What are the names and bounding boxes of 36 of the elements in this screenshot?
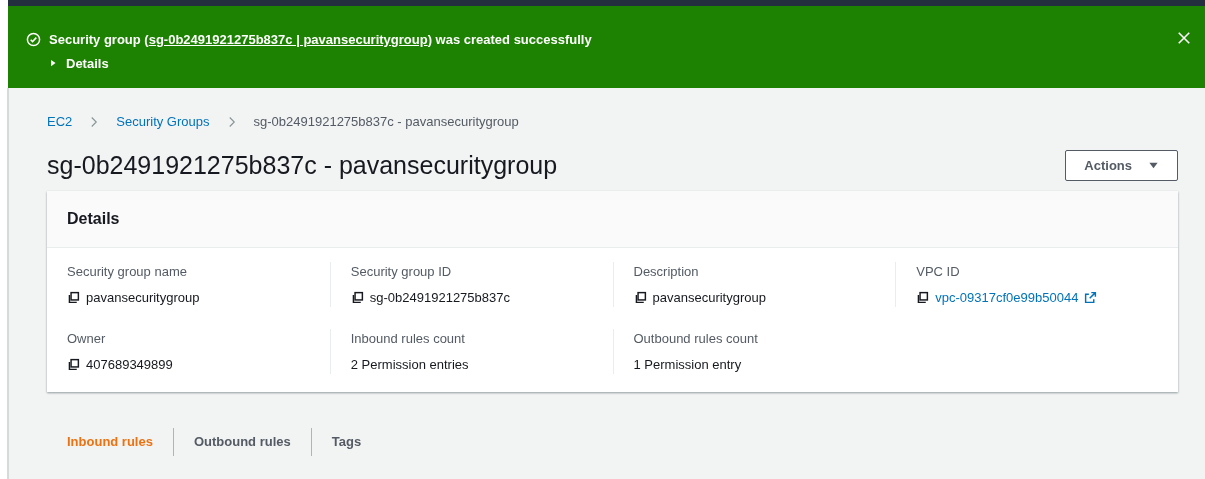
field-value: 1 Permission entry bbox=[633, 355, 742, 374]
field-value: pavansecuritygroup bbox=[86, 288, 200, 307]
copy-icon[interactable] bbox=[633, 290, 647, 304]
field-value: sg-0b2491921275b837c bbox=[369, 288, 510, 307]
field-label: Security group ID bbox=[350, 263, 453, 281]
field-value: pavansecuritygroup bbox=[652, 288, 766, 307]
copy-icon[interactable] bbox=[67, 290, 80, 304]
external-link-icon bbox=[1084, 290, 1098, 304]
field-label: Outbound rules count bbox=[633, 330, 759, 348]
tab[interactable]: Inbound rules bbox=[67, 428, 173, 456]
breadcrumb-link[interactable]: Security Groups bbox=[116, 112, 210, 132]
tab[interactable]: Tags bbox=[310, 428, 382, 456]
card-title: Details bbox=[47, 191, 1178, 248]
field-label: VPC ID bbox=[916, 263, 961, 281]
security-group-link[interactable]: sg-0b2491921275b837c | pavansecuritygroup bbox=[148, 32, 428, 47]
page-title: sg-0b2491921275b837c - pavansecuritygroup bbox=[47, 150, 558, 181]
field-value: 407689349899 bbox=[86, 355, 173, 374]
vpc-link[interactable]: vpc-09317cf0e99b50044 bbox=[935, 287, 1079, 307]
field-value: 2 Permission entries bbox=[350, 355, 469, 374]
close-button[interactable] bbox=[1177, 30, 1191, 45]
copy-icon[interactable] bbox=[67, 357, 80, 371]
field-label: Security group name bbox=[67, 263, 188, 281]
close-icon bbox=[1177, 30, 1191, 45]
field-label: Inbound rules count bbox=[350, 330, 466, 348]
field-label: Description bbox=[633, 263, 700, 281]
copy-icon[interactable] bbox=[916, 290, 930, 304]
breadcrumb-link[interactable]: EC2 bbox=[47, 112, 73, 132]
details-toggle[interactable]: Details bbox=[48, 53, 109, 73]
caret-icon bbox=[48, 58, 58, 69]
success-message: Security group (sg-0b2491921275b837c | pavansecuritygroup) was created successfully bbox=[49, 31, 592, 49]
field-label: Owner bbox=[67, 330, 107, 348]
actions-button[interactable]: Actions bbox=[1065, 149, 1178, 181]
tab[interactable]: Outbound rules bbox=[172, 428, 311, 456]
copy-icon[interactable] bbox=[350, 290, 364, 304]
breadcrumb-current: sg-0b2491921275b837c - pavansecuritygroup bbox=[253, 113, 519, 131]
success-icon bbox=[26, 32, 41, 48]
